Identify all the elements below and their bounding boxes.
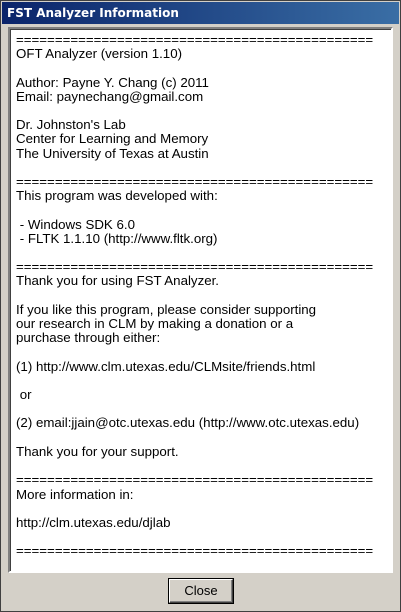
info-dialog-window: FST Analyzer Information ===============…: [0, 0, 401, 612]
info-text: ========================================…: [16, 32, 374, 559]
info-text-frame: ========================================…: [10, 29, 391, 571]
window-titlebar[interactable]: FST Analyzer Information: [2, 2, 399, 24]
info-text-area[interactable]: ========================================…: [8, 27, 393, 573]
window-title: FST Analyzer Information: [7, 6, 179, 20]
close-button[interactable]: Close: [169, 579, 233, 603]
